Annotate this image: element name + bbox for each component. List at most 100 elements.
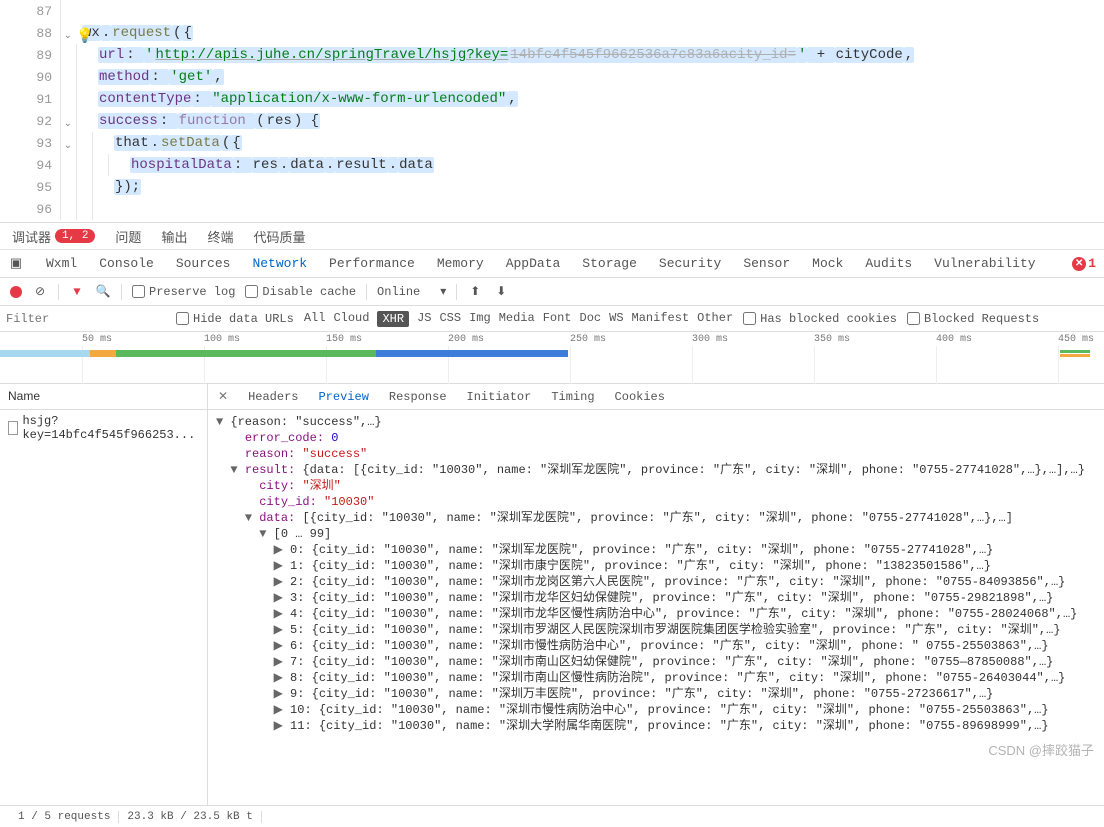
json-row[interactable]: ▶ 2: {city_id: "10030", name: "深圳市龙岗区第六人… xyxy=(216,574,1096,590)
error-indicator[interactable]: ✕1 xyxy=(1072,256,1096,271)
expand-icon[interactable]: ▶ xyxy=(274,623,290,637)
blocked-requests-checkbox[interactable]: Blocked Requests xyxy=(907,312,1039,326)
devtab-appdata[interactable]: AppData xyxy=(506,256,561,271)
request-row[interactable]: hsjg?key=14bfc4f545f966253... xyxy=(0,410,207,446)
preserve-log-checkbox[interactable]: Preserve log xyxy=(132,285,235,299)
code-line[interactable]: 92⌄success: function (res) { xyxy=(0,110,1104,132)
expand-icon[interactable]: ▶ xyxy=(274,559,290,573)
expand-icon[interactable]: ▶ xyxy=(274,703,290,717)
filter-type-js[interactable]: JS xyxy=(417,311,431,327)
devtab-performance[interactable]: Performance xyxy=(329,256,415,271)
code-line[interactable]: 91contentType: "application/x-www-form-u… xyxy=(0,88,1104,110)
json-preview[interactable]: ▼ {reason: "success",…} error_code: 0 re… xyxy=(208,410,1104,805)
tab-output[interactable]: 输出 xyxy=(161,227,187,246)
code-line[interactable]: 87 xyxy=(0,0,1104,22)
preview-tab-initiator[interactable]: Initiator xyxy=(467,390,532,404)
expand-icon[interactable]: ▼ xyxy=(259,527,273,541)
filter-type-doc[interactable]: Doc xyxy=(580,311,602,327)
expand-icon[interactable]: ▶ xyxy=(274,671,290,685)
devtab-mock[interactable]: Mock xyxy=(812,256,843,271)
expand-icon[interactable]: ▶ xyxy=(274,719,290,733)
json-row[interactable]: ▶ 0: {city_id: "10030", name: "深圳军龙医院", … xyxy=(216,542,1096,558)
record-icon[interactable] xyxy=(10,286,22,298)
devtab-vulnerability[interactable]: Vulnerability xyxy=(934,256,1035,271)
disable-cache-checkbox[interactable]: Disable cache xyxy=(245,285,356,299)
filter-type-other[interactable]: Other xyxy=(697,311,733,327)
close-icon[interactable]: ✕ xyxy=(218,389,228,404)
clear-icon[interactable]: ⊘ xyxy=(32,284,48,300)
devtab-sensor[interactable]: Sensor xyxy=(743,256,790,271)
search-icon[interactable]: 🔍 xyxy=(95,284,111,300)
preview-tab-cookies[interactable]: Cookies xyxy=(615,390,665,404)
filter-type-manifest[interactable]: Manifest xyxy=(632,311,690,327)
code-line[interactable]: 93⌄that.setData({ xyxy=(0,132,1104,154)
timeline-tick: 50 ms xyxy=(82,334,112,345)
json-row[interactable]: ▶ 9: {city_id: "10030", name: "深圳万丰医院", … xyxy=(216,686,1096,702)
devtab-security[interactable]: Security xyxy=(659,256,721,271)
json-row[interactable]: ▶ 11: {city_id: "10030", name: "深圳大学附属华南… xyxy=(216,718,1096,734)
filter-type-img[interactable]: Img xyxy=(469,311,491,327)
tab-quality[interactable]: 代码质量 xyxy=(253,227,305,246)
json-row[interactable]: ▶ 3: {city_id: "10030", name: "深圳市龙华区妇幼保… xyxy=(216,590,1096,606)
blocked-cookies-checkbox[interactable]: Has blocked cookies xyxy=(743,312,897,326)
devtab-network[interactable]: Network xyxy=(252,256,307,271)
json-row[interactable]: ▶ 10: {city_id: "10030", name: "深圳市慢性病防治… xyxy=(216,702,1096,718)
json-row[interactable]: ▶ 1: {city_id: "10030", name: "深圳市康宁医院",… xyxy=(216,558,1096,574)
code-line[interactable]: 89url: 'http://apis.juhe.cn/springTravel… xyxy=(0,44,1104,66)
hide-urls-checkbox[interactable]: Hide data URLs xyxy=(176,312,294,326)
tab-debugger[interactable]: 调试器1, 2 xyxy=(12,227,95,246)
code-editor[interactable]: 💡 8788⌄wx.request({89url: 'http://apis.j… xyxy=(0,0,1104,222)
preview-tab-response[interactable]: Response xyxy=(389,390,447,404)
expand-icon[interactable]: ▶ xyxy=(274,591,290,605)
code-line[interactable]: 88⌄wx.request({ xyxy=(0,22,1104,44)
filter-input[interactable] xyxy=(6,312,166,326)
filter-type-font[interactable]: Font xyxy=(543,311,572,327)
json-row[interactable]: ▶ 8: {city_id: "10030", name: "深圳市南山区慢性病… xyxy=(216,670,1096,686)
json-row[interactable]: ▶ 4: {city_id: "10030", name: "深圳市龙华区慢性病… xyxy=(216,606,1096,622)
code-line[interactable]: 90method: 'get', xyxy=(0,66,1104,88)
expand-icon[interactable]: ▼ xyxy=(245,511,259,525)
fold-icon[interactable]: ⌄ xyxy=(64,118,72,130)
expand-icon[interactable]: ▼ xyxy=(230,463,244,477)
upload-icon[interactable]: ⬆ xyxy=(467,284,483,300)
preview-tab-headers[interactable]: Headers xyxy=(248,390,298,404)
expand-icon[interactable]: ▶ xyxy=(274,655,290,669)
fold-icon[interactable]: ⌄ xyxy=(64,30,72,42)
expand-icon[interactable]: ▶ xyxy=(274,575,290,589)
devtab-audits[interactable]: Audits xyxy=(865,256,912,271)
filter-type-cloud[interactable]: Cloud xyxy=(333,311,369,327)
lightbulb-icon[interactable]: 💡 xyxy=(76,28,93,45)
expand-icon[interactable]: ▶ xyxy=(274,543,290,557)
code-line[interactable]: 94hospitalData: res.data.result.data xyxy=(0,154,1104,176)
fold-icon[interactable]: ⌄ xyxy=(64,140,72,152)
filter-type-all[interactable]: All xyxy=(304,311,326,327)
filter-icon[interactable]: ▼ xyxy=(69,284,85,300)
json-row[interactable]: ▶ 6: {city_id: "10030", name: "深圳市慢性病防治中… xyxy=(216,638,1096,654)
filter-type-ws[interactable]: WS xyxy=(609,311,623,327)
devtab-storage[interactable]: Storage xyxy=(582,256,637,271)
json-row[interactable]: ▶ 5: {city_id: "10030", name: "深圳市罗湖区人民医… xyxy=(216,622,1096,638)
tab-terminal[interactable]: 终端 xyxy=(207,227,233,246)
devtab-wxml[interactable]: Wxml xyxy=(46,256,77,271)
code-line[interactable]: 95}); xyxy=(0,176,1104,198)
preview-tab-preview[interactable]: Preview xyxy=(318,390,368,404)
tab-problem[interactable]: 问题 xyxy=(115,227,141,246)
expand-icon[interactable]: ▼ xyxy=(216,415,230,429)
download-icon[interactable]: ⬇ xyxy=(493,284,509,300)
expand-icon[interactable]: ▶ xyxy=(274,639,290,653)
devtab-sources[interactable]: Sources xyxy=(176,256,231,271)
code-line[interactable]: 96 xyxy=(0,198,1104,220)
filter-type-media[interactable]: Media xyxy=(499,311,535,327)
devtab-memory[interactable]: Memory xyxy=(437,256,484,271)
preview-tab-timing[interactable]: Timing xyxy=(551,390,594,404)
timeline[interactable]: 50 ms100 ms150 ms200 ms250 ms300 ms350 m… xyxy=(0,332,1104,384)
expand-icon[interactable]: ▶ xyxy=(274,607,290,621)
expand-icon[interactable]: ▶ xyxy=(274,687,290,701)
json-row[interactable]: ▶ 7: {city_id: "10030", name: "深圳市南山区妇幼保… xyxy=(216,654,1096,670)
throttle-select[interactable]: Online ▾ xyxy=(377,284,446,299)
filter-type-xhr[interactable]: XHR xyxy=(377,311,409,327)
inspect-icon[interactable]: ▣ xyxy=(8,256,24,272)
filter-type-css[interactable]: CSS xyxy=(439,311,461,327)
devtab-console[interactable]: Console xyxy=(99,256,154,271)
timeline-tick: 150 ms xyxy=(326,334,362,345)
